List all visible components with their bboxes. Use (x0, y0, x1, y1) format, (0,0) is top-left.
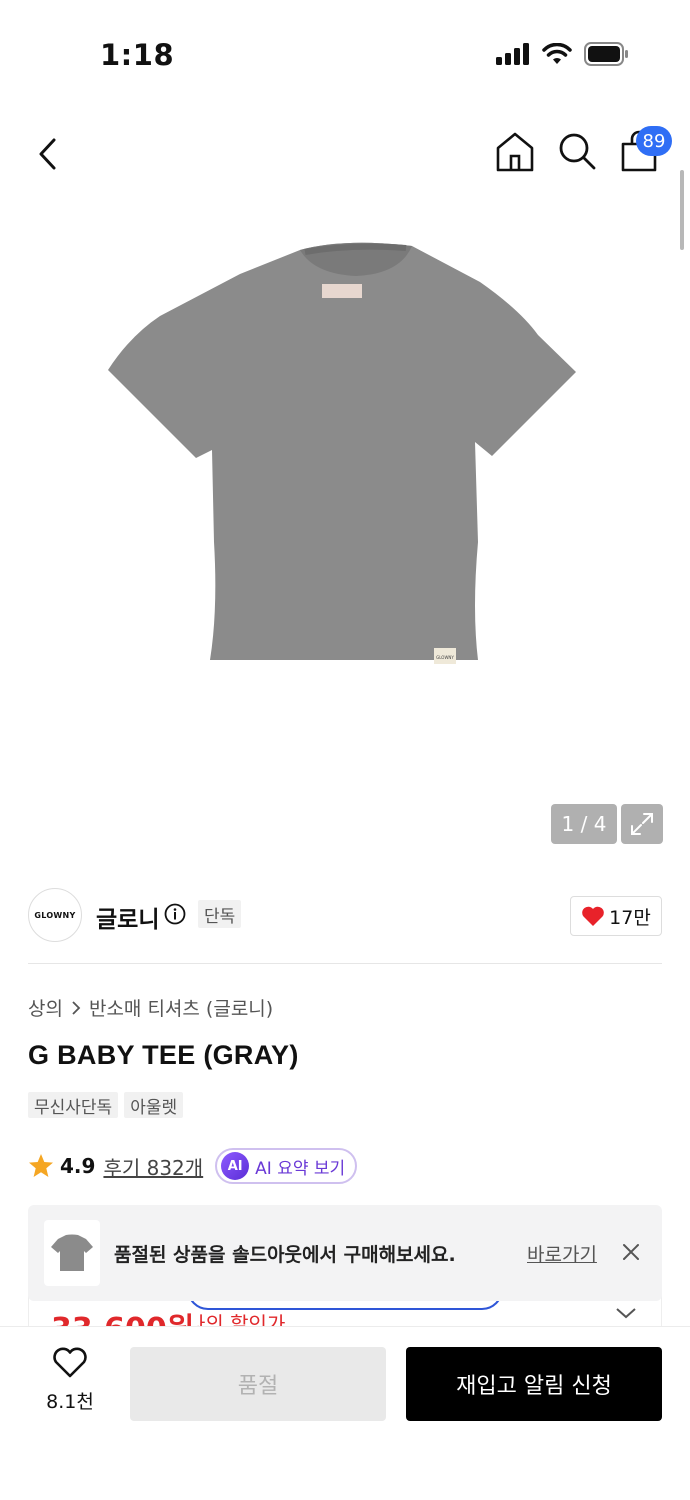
discount-price-label: 나의 할인가 (187, 1312, 286, 1326)
banner-product-thumbnail (44, 1220, 100, 1286)
expand-image-button[interactable] (621, 804, 663, 844)
wishlist-count: 8.1천 (46, 1391, 94, 1413)
breadcrumb-category[interactable]: 상의 (28, 994, 63, 1021)
ai-badge-icon: AI (221, 1152, 250, 1180)
brand-row: GLOWNY 글로니 단독 17만 (28, 888, 662, 944)
wishlist-button[interactable]: 8.1천 (30, 1347, 110, 1427)
status-time: 1:18 (100, 38, 175, 72)
chevron-right-icon (72, 1000, 81, 1015)
scrollbar[interactable] (680, 170, 684, 250)
breadcrumb: 상의 반소매 티셔츠 (글로니) (28, 994, 273, 1021)
product-photo-tshirt: GLOWNY (108, 242, 576, 664)
back-icon[interactable] (30, 132, 70, 176)
soldout-button-label: 품절 (237, 1374, 279, 1399)
discount-price: 33,600원 (51, 1304, 194, 1326)
brand-logo-text: GLOWNY (34, 910, 76, 920)
cart-count-badge: 89 (636, 126, 672, 156)
info-icon[interactable] (164, 903, 186, 925)
tag-musinsa-exclusive: 무신사단독 (28, 1092, 119, 1118)
review-count-link[interactable]: 후기 832개 (103, 1152, 203, 1181)
rating-row: 4.9 후기 832개 AI AI 요약 보기 (28, 1148, 358, 1184)
restock-alert-label: 재입고 알림 신청 (456, 1374, 612, 1399)
soldout-banner-message: 품절된 상품을 솔드아웃에서 구매해보세요. (114, 1244, 456, 1266)
soldout-banner: 품절된 상품을 솔드아웃에서 구매해보세요. 바로가기 (28, 1205, 662, 1301)
divider (28, 963, 662, 964)
soldout-banner-link[interactable]: 바로가기 (527, 1240, 597, 1267)
search-icon[interactable] (556, 130, 598, 174)
garment-label-text: GLOWNY (436, 655, 454, 660)
ai-summary-button[interactable]: AI AI 요약 보기 (215, 1148, 358, 1184)
star-icon (29, 1154, 53, 1177)
heart-filled-icon (582, 906, 604, 926)
signal-icon (496, 43, 529, 65)
exclusive-tag: 단독 (198, 900, 242, 928)
product-title: G BABY TEE (GRAY) (28, 1040, 299, 1070)
status-bar: 1:18 (0, 0, 690, 110)
heart-outline-icon (53, 1347, 87, 1378)
breadcrumb-subcategory[interactable]: 반소매 티셔츠 (글로니) (89, 994, 273, 1021)
brand-like-button[interactable]: 17만 (570, 896, 662, 936)
home-icon[interactable] (494, 130, 536, 174)
status-icons (496, 42, 630, 66)
brand-like-count: 17만 (609, 906, 651, 929)
soldout-button: 품절 (130, 1347, 386, 1421)
expand-icon (631, 813, 653, 835)
top-nav: 89 (0, 110, 690, 200)
restock-alert-button[interactable]: 재입고 알림 신청 (406, 1347, 662, 1421)
rating-score: 4.9 (60, 1154, 96, 1178)
wifi-icon (542, 43, 572, 64)
bottom-action-bar: 8.1천 품절 재입고 알림 신청 (0, 1326, 690, 1500)
chevron-down-icon[interactable] (615, 1306, 637, 1320)
tshirt-thumbnail-icon (51, 1234, 93, 1271)
image-page-counter: 1 / 4 (551, 804, 617, 844)
brand-name[interactable]: 글로니 (96, 900, 159, 934)
close-icon[interactable] (620, 1241, 642, 1263)
ai-summary-label: AI 요약 보기 (255, 1158, 346, 1179)
product-tags: 무신사단독 아울렛 (28, 1092, 184, 1118)
tag-outlet: 아울렛 (124, 1092, 184, 1118)
battery-icon (584, 42, 628, 66)
brand-logo[interactable]: GLOWNY (28, 888, 82, 942)
